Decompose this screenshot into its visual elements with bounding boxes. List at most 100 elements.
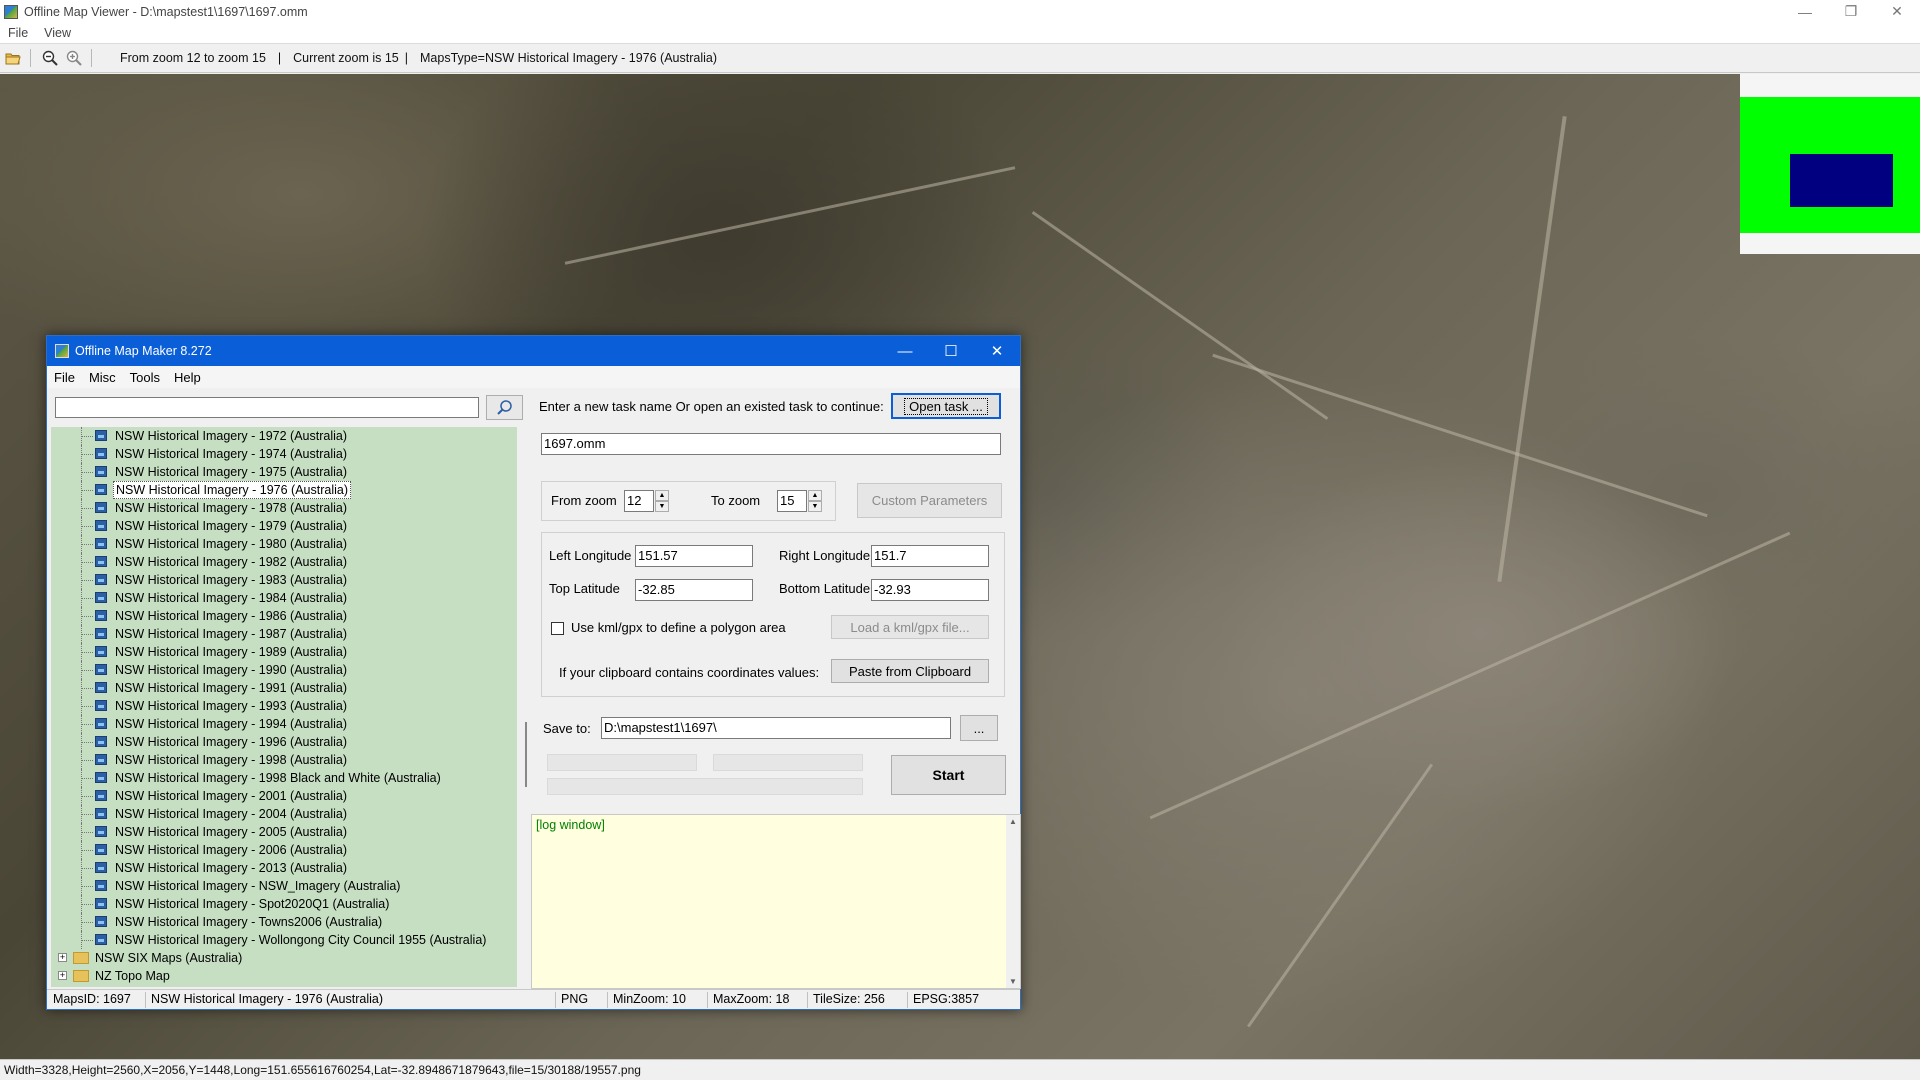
to-zoom-input[interactable]: 15 bbox=[777, 490, 807, 512]
open-task-button[interactable]: Open task ... bbox=[891, 393, 1001, 419]
scroll-down-icon[interactable]: ▼ bbox=[1009, 977, 1017, 986]
tree-item[interactable]: NSW Historical Imagery - 1996 (Australia… bbox=[51, 733, 517, 751]
dialog-close-button[interactable]: ✕ bbox=[974, 336, 1020, 366]
tree-item[interactable]: NSW Historical Imagery - 1983 (Australia… bbox=[51, 571, 517, 589]
spin-down-icon[interactable]: ▼ bbox=[655, 501, 669, 512]
top-latitude-label: Top Latitude bbox=[549, 581, 620, 596]
map-layer-icon bbox=[95, 646, 107, 657]
spin-up-icon[interactable]: ▲ bbox=[808, 490, 822, 501]
tree-folder[interactable]: + NZ Topo Map bbox=[51, 967, 517, 985]
zoom-out-icon[interactable] bbox=[39, 47, 61, 69]
tree-item[interactable]: NSW Historical Imagery - 1975 (Australia… bbox=[51, 463, 517, 481]
tree-item[interactable]: NSW Historical Imagery - 1974 (Australia… bbox=[51, 445, 517, 463]
format-status: PNG bbox=[561, 992, 589, 1006]
tree-item[interactable]: NSW Historical Imagery - 1993 (Australia… bbox=[51, 697, 517, 715]
tree-item[interactable]: NSW Historical Imagery - 1972 (Australia… bbox=[51, 427, 517, 445]
zoom-in-icon[interactable] bbox=[63, 47, 85, 69]
tree-item-label: NSW Historical Imagery - 1984 (Australia… bbox=[115, 591, 348, 605]
tree-scrollbar-thumb[interactable] bbox=[525, 722, 527, 787]
tree-item[interactable]: NSW Historical Imagery - 2013 (Australia… bbox=[51, 859, 517, 877]
menu-view[interactable]: View bbox=[36, 26, 79, 40]
tree-item[interactable]: NSW Historical Imagery - 1979 (Australia… bbox=[51, 517, 517, 535]
dialog-minimize-button[interactable]: — bbox=[882, 336, 928, 366]
tree-item[interactable]: NSW Historical Imagery - 1982 (Australia… bbox=[51, 553, 517, 571]
maps-name-status: NSW Historical Imagery - 1976 (Australia… bbox=[151, 992, 384, 1006]
map-layer-icon bbox=[95, 466, 107, 477]
search-button[interactable] bbox=[486, 395, 523, 420]
expand-icon[interactable]: + bbox=[58, 971, 67, 980]
restore-button[interactable]: ❐ bbox=[1828, 0, 1874, 23]
expand-icon[interactable]: + bbox=[58, 953, 67, 962]
task-name-input[interactable]: 1697.omm bbox=[541, 433, 1001, 455]
search-icon bbox=[496, 399, 512, 415]
maps-search-input[interactable] bbox=[55, 397, 479, 418]
tree-item[interactable]: NSW Historical Imagery - 1998 (Australia… bbox=[51, 751, 517, 769]
menu-file[interactable]: File bbox=[0, 26, 36, 40]
log-scrollbar[interactable]: ▲ ▼ bbox=[1006, 815, 1020, 988]
tree-item[interactable]: NSW Historical Imagery - 1984 (Australia… bbox=[51, 589, 517, 607]
map-layer-icon bbox=[95, 628, 107, 639]
tree-item[interactable]: NSW Historical Imagery - 1987 (Australia… bbox=[51, 625, 517, 643]
tree-item-label: NSW Historical Imagery - 1976 (Australia… bbox=[113, 481, 352, 499]
tree-line bbox=[81, 670, 93, 671]
tree-item[interactable]: NSW Historical Imagery - 1991 (Australia… bbox=[51, 679, 517, 697]
browse-button[interactable]: ... bbox=[960, 715, 998, 741]
log-window[interactable]: [log window] ▲ ▼ bbox=[531, 814, 1021, 989]
map-road bbox=[1497, 116, 1567, 582]
right-longitude-input[interactable]: 151.7 bbox=[871, 545, 989, 567]
overview-minimap[interactable] bbox=[1740, 74, 1920, 254]
minimize-button[interactable]: — bbox=[1782, 0, 1828, 23]
tree-item[interactable]: NSW Historical Imagery - Spot2020Q1 (Aus… bbox=[51, 895, 517, 913]
tree-line bbox=[81, 706, 93, 707]
tree-item[interactable]: NSW Historical Imagery - 2001 (Australia… bbox=[51, 787, 517, 805]
paste-clipboard-button[interactable]: Paste from Clipboard bbox=[831, 659, 989, 683]
custom-parameters-button[interactable]: Custom Parameters bbox=[857, 483, 1002, 518]
scroll-up-icon[interactable]: ▲ bbox=[1009, 817, 1017, 826]
from-zoom-spinner[interactable]: ▲ ▼ bbox=[655, 490, 669, 512]
tree-line bbox=[81, 634, 93, 635]
status-separator bbox=[707, 992, 708, 1008]
status-separator bbox=[907, 992, 908, 1008]
tree-item[interactable]: NSW Historical Imagery - 1990 (Australia… bbox=[51, 661, 517, 679]
map-layer-icon bbox=[95, 538, 107, 549]
tree-item[interactable]: NSW Historical Imagery - 1998 Black and … bbox=[51, 769, 517, 787]
open-folder-icon[interactable] bbox=[2, 47, 24, 69]
map-layer-icon bbox=[95, 484, 107, 495]
bottom-latitude-input[interactable]: -32.93 bbox=[871, 579, 989, 601]
tree-item[interactable]: NSW Historical Imagery - 2006 (Australia… bbox=[51, 841, 517, 859]
close-button[interactable]: ✕ bbox=[1874, 0, 1920, 23]
tree-item[interactable]: NSW Historical Imagery - 1980 (Australia… bbox=[51, 535, 517, 553]
spin-down-icon[interactable]: ▼ bbox=[808, 501, 822, 512]
dialog-menu-file[interactable]: File bbox=[47, 370, 82, 385]
dialog-maximize-button[interactable]: ☐ bbox=[928, 336, 974, 366]
left-longitude-input[interactable]: 151.57 bbox=[635, 545, 753, 567]
folder-icon bbox=[73, 970, 89, 982]
dialog-menu-tools[interactable]: Tools bbox=[123, 370, 167, 385]
tree-item[interactable]: NSW Historical Imagery - NSW_Imagery (Au… bbox=[51, 877, 517, 895]
tree-item[interactable]: NSW Historical Imagery - 1976 (Australia… bbox=[51, 481, 517, 499]
dialog-menu-misc[interactable]: Misc bbox=[82, 370, 123, 385]
tree-item[interactable]: NSW Historical Imagery - 1994 (Australia… bbox=[51, 715, 517, 733]
tree-item[interactable]: NSW Historical Imagery - 1978 (Australia… bbox=[51, 499, 517, 517]
start-button[interactable]: Start bbox=[891, 755, 1006, 795]
use-kml-checkbox[interactable] bbox=[551, 622, 564, 635]
tree-item[interactable]: NSW Historical Imagery - 2005 (Australia… bbox=[51, 823, 517, 841]
dialog-menu-help[interactable]: Help bbox=[167, 370, 208, 385]
tree-item[interactable]: NSW Historical Imagery - 1986 (Australia… bbox=[51, 607, 517, 625]
tree-item[interactable]: NSW Historical Imagery - Wollongong City… bbox=[51, 931, 517, 949]
to-zoom-spinner[interactable]: ▲ ▼ bbox=[808, 490, 822, 512]
tree-folder[interactable]: + NSW SIX Maps (Australia) bbox=[51, 949, 517, 967]
minimap-viewport[interactable] bbox=[1790, 154, 1893, 207]
dialog-status-bar: MapsID: 1697 NSW Historical Imagery - 19… bbox=[47, 989, 1020, 1009]
tree-item[interactable]: NSW Historical Imagery - 2004 (Australia… bbox=[51, 805, 517, 823]
save-path-input[interactable]: D:\mapstest1\1697\ bbox=[601, 717, 951, 739]
tree-scrollbar[interactable] bbox=[523, 427, 529, 987]
tree-item-label: NSW Historical Imagery - 1990 (Australia… bbox=[115, 663, 348, 677]
tree-item[interactable]: NSW Historical Imagery - 1989 (Australia… bbox=[51, 643, 517, 661]
spin-up-icon[interactable]: ▲ bbox=[655, 490, 669, 501]
tree-item[interactable]: NSW Historical Imagery - Towns2006 (Aust… bbox=[51, 913, 517, 931]
maps-tree[interactable]: NSW Historical Imagery - 1972 (Australia… bbox=[51, 427, 517, 987]
load-kml-button[interactable]: Load a kml/gpx file... bbox=[831, 615, 989, 639]
top-latitude-input[interactable]: -32.85 bbox=[635, 579, 753, 601]
from-zoom-input[interactable]: 12 bbox=[624, 490, 654, 512]
